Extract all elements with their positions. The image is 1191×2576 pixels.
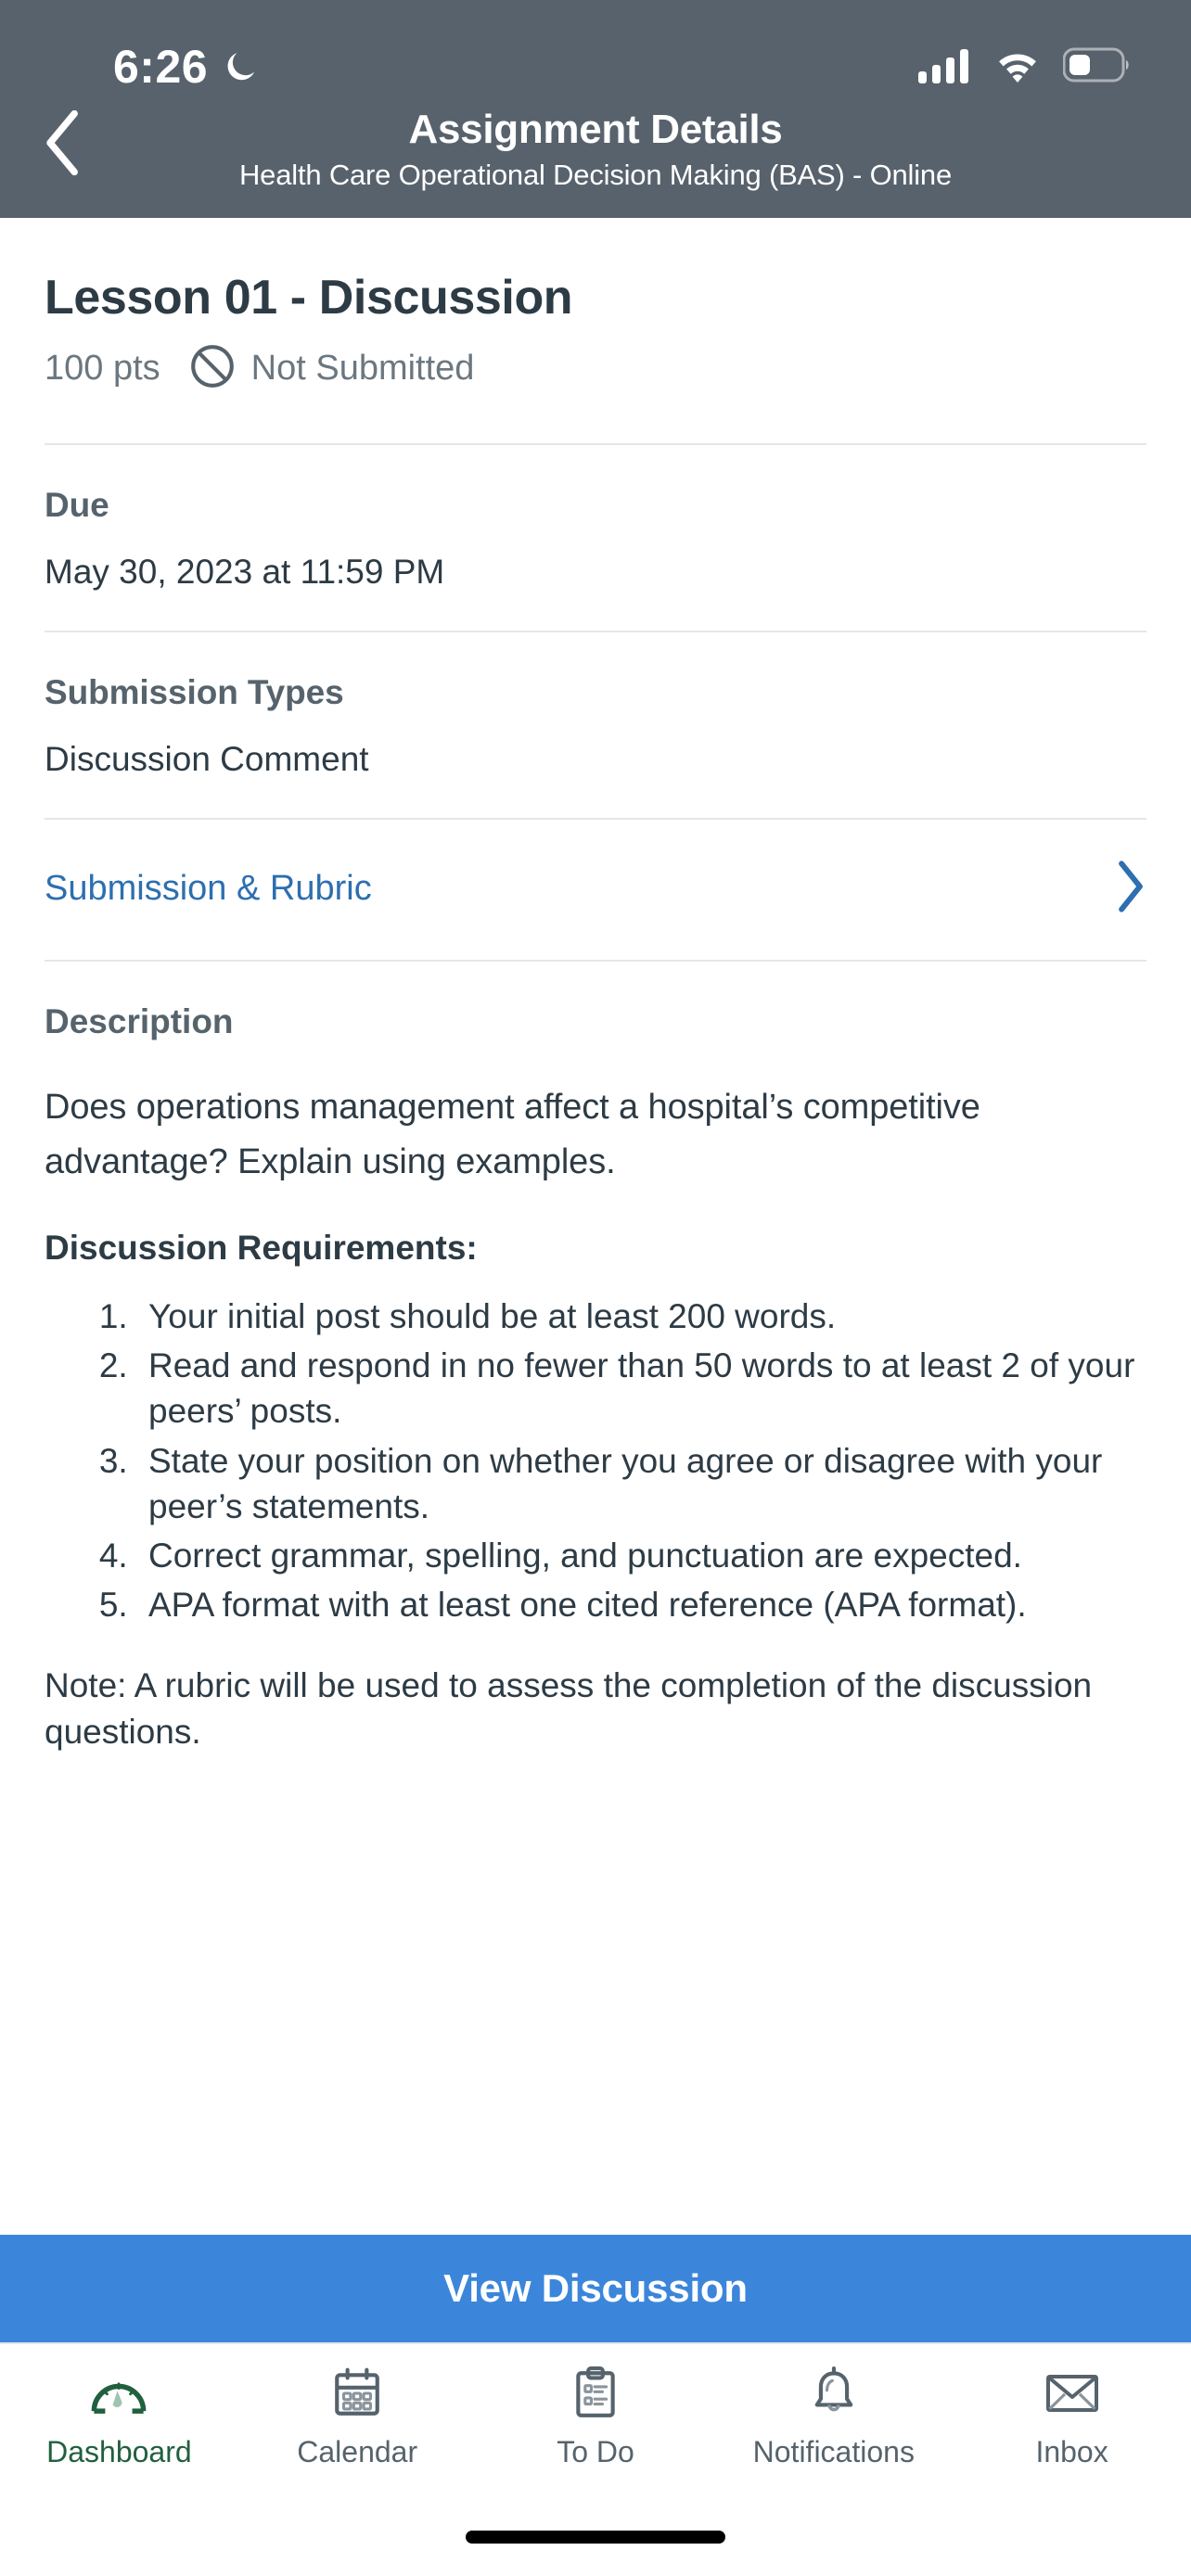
app-header: 6:26 Assignment Details Health Care Oper… — [0, 0, 1191, 219]
status-time: 6:26 — [113, 41, 209, 93]
envelope-icon — [1044, 2365, 1100, 2422]
assignment-detail-scroll[interactable]: Lesson 01 - Discussion 100 pts Not Submi… — [0, 218, 1191, 2235]
bell-icon — [808, 2365, 860, 2422]
due-section: Due May 30, 2023 at 11:59 PM — [45, 445, 1146, 631]
tab-label: To Do — [557, 2435, 634, 2468]
submission-and-rubric-label: Submission & Rubric — [45, 869, 372, 909]
status-bar: 6:26 — [0, 33, 1191, 100]
chevron-right-icon — [1115, 861, 1146, 917]
tab-calendar[interactable]: Calendar — [238, 2365, 477, 2469]
nav-bar: Assignment Details Health Care Operation… — [0, 100, 1191, 218]
moon-icon — [223, 48, 260, 85]
page-title: Assignment Details — [408, 107, 783, 152]
submission-types-label: Submission Types — [45, 673, 344, 712]
submission-types-value: Discussion Comment — [45, 740, 369, 779]
view-discussion-button[interactable]: View Discussion — [0, 2235, 1191, 2342]
calendar-icon — [330, 2365, 384, 2422]
assignment-title: Lesson 01 - Discussion — [45, 271, 573, 325]
description-note: Note: A rubric will be used to assess th… — [45, 1666, 1093, 1751]
description-paragraph: Does operations management affect a hosp… — [45, 1088, 980, 1182]
tab-notifications[interactable]: Notifications — [714, 2365, 953, 2469]
list-item: Correct grammar, spelling, and punctuati… — [137, 1533, 1146, 1578]
submission-and-rubric-row[interactable]: Submission & Rubric — [45, 820, 1146, 960]
tab-dashboard[interactable]: Dashboard — [0, 2365, 238, 2469]
gauge-icon — [90, 2365, 147, 2422]
battery-icon — [1062, 47, 1132, 87]
screen: 6:26 Assignment Details Health Care Oper… — [0, 0, 1191, 2576]
tab-bar: Dashboard Calendar To Do Notifications I… — [0, 2342, 1191, 2498]
requirements-list: Your initial post should be at least 200… — [45, 1294, 1146, 1627]
chevron-left-icon — [43, 109, 83, 180]
no-entry-icon — [188, 342, 237, 395]
view-discussion-label: View Discussion — [443, 2266, 748, 2310]
status-bar-left: 6:26 — [113, 44, 260, 90]
cellular-signal-icon — [918, 46, 972, 88]
submission-types-section: Submission Types Discussion Comment — [45, 632, 1146, 818]
list-item: State your position on whether you agree… — [137, 1438, 1146, 1529]
tab-label: Dashboard — [46, 2435, 192, 2468]
list-item: APA format with at least one cited refer… — [137, 1582, 1146, 1627]
list-item: Your initial post should be at least 200… — [137, 1294, 1146, 1339]
wifi-icon — [992, 46, 1043, 88]
tab-label: Notifications — [752, 2435, 915, 2468]
home-indicator-area — [0, 2498, 1191, 2576]
status-badge: Not Submitted — [250, 349, 475, 389]
course-subtitle: Health Care Operational Decision Making … — [239, 158, 952, 191]
tab-inbox[interactable]: Inbox — [953, 2365, 1191, 2469]
tab-label: Calendar — [297, 2435, 418, 2468]
submission-status: Not Submitted — [188, 342, 475, 395]
tab-label: Inbox — [1035, 2435, 1108, 2468]
home-indicator[interactable] — [466, 2531, 725, 2544]
back-button[interactable] — [24, 106, 102, 184]
points-value: 100 pts — [45, 349, 160, 389]
assignment-meta-row: 100 pts Not Submitted — [45, 342, 1146, 395]
tab-todo[interactable]: To Do — [477, 2365, 715, 2469]
requirements-heading: Discussion Requirements: — [45, 1228, 478, 1267]
clipboard-list-icon — [570, 2365, 621, 2422]
description-label: Description — [45, 1002, 234, 1041]
description-section: Description Does operations management a… — [45, 962, 1146, 1754]
due-label: Due — [45, 486, 109, 525]
due-value: May 30, 2023 at 11:59 PM — [45, 553, 445, 592]
list-item: Read and respond in no fewer than 50 wor… — [137, 1343, 1146, 1434]
status-bar-right — [918, 46, 1132, 88]
